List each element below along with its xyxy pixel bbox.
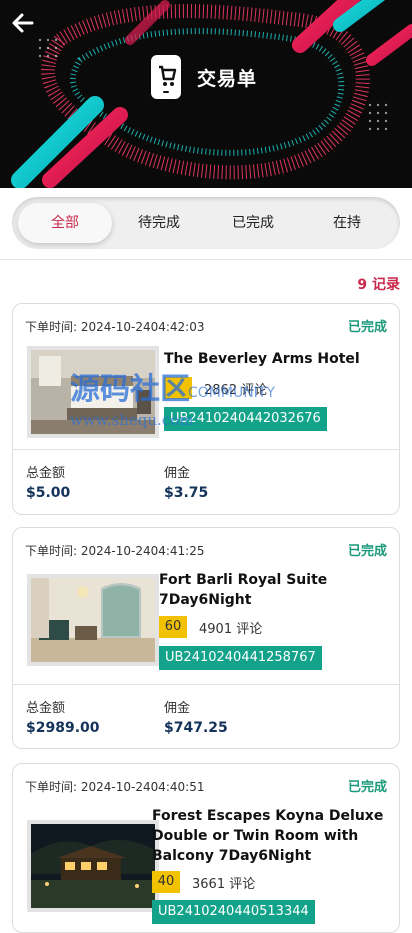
order-time: 下单时间: 2024-10-2404:42:03 (25, 320, 205, 334)
commission-amount: $747.25 (164, 720, 228, 736)
rating-row: 40 3661 评论 (152, 871, 255, 893)
total-amount: $2989.00 (26, 720, 100, 736)
order-code: UB2410240440513344 (152, 900, 315, 924)
tab-bar: 全部 待完成 已完成 在持 (12, 197, 400, 249)
commission-amount: $3.75 (164, 485, 209, 501)
commission-label: 佣金 (164, 701, 191, 716)
order-time: 下单时间: 2024-10-2404:40:51 (25, 780, 205, 794)
order-status: 已完成 (347, 320, 387, 335)
commission-label: 佣金 (164, 466, 191, 481)
tab-completed[interactable]: 已完成 (206, 203, 300, 243)
back-button[interactable] (10, 10, 36, 36)
divider (13, 684, 399, 685)
rating-row: 60 4901 评论 (159, 616, 262, 638)
review-count: 4901 评论 (199, 621, 263, 637)
divider (13, 449, 399, 450)
order-status: 已完成 (347, 544, 387, 559)
rating-badge: 40 (152, 871, 180, 893)
total-label: 总金额 (26, 701, 66, 716)
total-label: 总金额 (26, 466, 66, 481)
page-title: 交易单 (197, 67, 258, 90)
order-card[interactable]: 下单时间: 2024-10-2404:41:25 已完成 Fort Barli … (12, 527, 400, 749)
hotel-image (27, 820, 159, 912)
records-count: 9 记录 (357, 277, 400, 293)
tab-holding[interactable]: 在持 (300, 203, 394, 243)
order-code: UB2410240441258767 (159, 646, 322, 670)
rating-badge: 60 (159, 616, 187, 638)
order-code: UB2410240442032676 (164, 407, 327, 431)
rating-row: 2862 评论 (164, 377, 267, 399)
hotel-image (27, 346, 159, 438)
order-card[interactable]: 下单时间: 2024-10-2404:40:51 已完成 Forest Esca… (12, 763, 400, 933)
order-status: 已完成 (347, 780, 387, 795)
review-count: 2862 评论 (204, 382, 268, 398)
tabs-area: 全部 待完成 已完成 在持 (0, 188, 412, 260)
order-time: 下单时间: 2024-10-2404:41:25 (25, 544, 205, 558)
total-amount: $5.00 (26, 485, 71, 501)
order-card[interactable]: 下单时间: 2024-10-2404:42:03 已完成 The Beverle… (12, 303, 400, 515)
header-banner: 交易单 (0, 0, 412, 188)
hotel-name: Fort Barli Royal Suite 7Day6Night (159, 572, 328, 608)
hotel-name: Forest Escapes Koyna Deluxe Double or Tw… (152, 808, 384, 864)
phone-cart-icon (151, 55, 181, 99)
review-count: 3661 评论 (192, 876, 256, 892)
hotel-name: The Beverley Arms Hotel (164, 351, 360, 367)
tab-pending[interactable]: 待完成 (112, 203, 206, 243)
rating-badge (164, 377, 192, 399)
tab-all[interactable]: 全部 (18, 203, 112, 243)
arrow-left-icon (12, 13, 34, 33)
hotel-image (27, 574, 159, 666)
